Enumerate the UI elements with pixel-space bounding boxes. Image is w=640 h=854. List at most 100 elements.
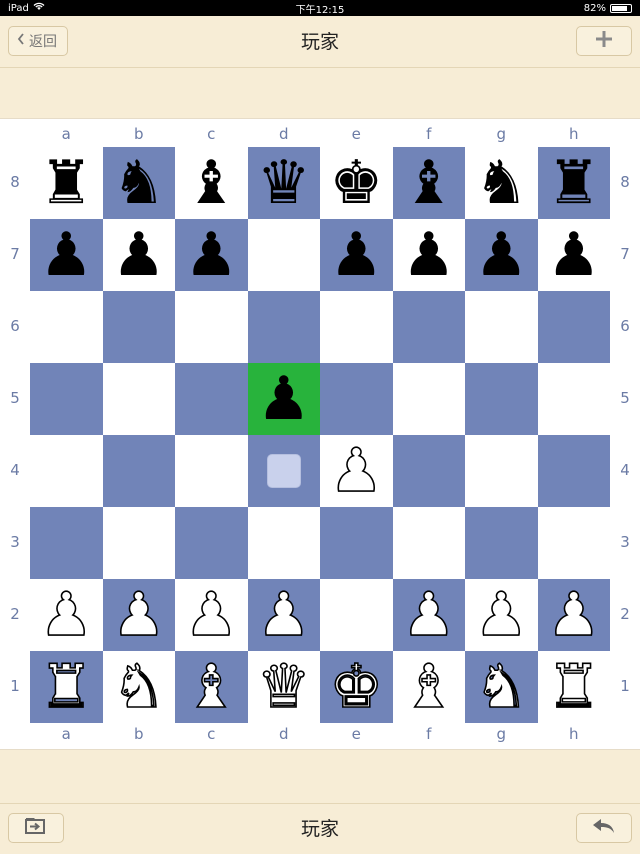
square-h7[interactable]: ♟ [537,219,610,291]
white-piece-g2[interactable]: ♟ [474,584,529,646]
black-piece-c8[interactable]: ♝ [184,153,238,213]
square-b6[interactable] [102,291,175,363]
white-piece-h1[interactable]: ♜ [546,656,601,718]
square-g7[interactable]: ♟ [465,219,538,291]
white-piece-h2[interactable]: ♟ [546,584,601,646]
square-b1[interactable]: ♞ [102,651,175,723]
back-button[interactable]: 返回 [8,26,68,56]
square-h1[interactable]: ♜ [537,651,610,723]
square-h3[interactable] [537,507,610,579]
white-piece-b1[interactable]: ♞ [111,656,166,718]
white-piece-a2[interactable]: ♟ [39,584,94,646]
white-piece-d2[interactable]: ♟ [256,584,311,646]
white-piece-c1[interactable]: ♝ [184,656,239,718]
square-d2[interactable]: ♟ [247,579,320,651]
black-piece-c7[interactable]: ♟ [184,225,238,285]
square-e8[interactable]: ♚ [320,147,393,219]
square-f4[interactable] [392,435,465,507]
square-g2[interactable]: ♟ [465,579,538,651]
square-b4[interactable] [102,435,175,507]
white-piece-c2[interactable]: ♟ [184,584,239,646]
white-piece-f2[interactable]: ♟ [401,584,456,646]
white-piece-b2[interactable]: ♟ [111,584,166,646]
white-piece-f1[interactable]: ♝ [401,656,456,718]
square-h2[interactable]: ♟ [537,579,610,651]
black-piece-a8[interactable]: ♜ [39,153,93,213]
square-a4[interactable] [30,435,103,507]
square-d5[interactable]: ♟ [247,363,320,435]
square-c5[interactable] [175,363,248,435]
black-piece-f7[interactable]: ♟ [402,225,456,285]
square-h6[interactable] [537,291,610,363]
black-piece-g7[interactable]: ♟ [474,225,528,285]
square-h4[interactable] [537,435,610,507]
square-d8[interactable]: ♛ [247,147,320,219]
square-d3[interactable] [247,507,320,579]
black-piece-f8[interactable]: ♝ [402,153,456,213]
square-a8[interactable]: ♜ [30,147,103,219]
black-piece-d5[interactable]: ♟ [257,369,311,429]
game-menu-button[interactable] [8,813,64,843]
square-d1[interactable]: ♛ [247,651,320,723]
square-b8[interactable]: ♞ [102,147,175,219]
square-f6[interactable] [392,291,465,363]
square-e7[interactable]: ♟ [320,219,393,291]
square-c2[interactable]: ♟ [175,579,248,651]
square-f1[interactable]: ♝ [392,651,465,723]
square-b2[interactable]: ♟ [102,579,175,651]
square-c4[interactable] [175,435,248,507]
black-piece-d8[interactable]: ♛ [257,153,311,213]
square-f3[interactable] [392,507,465,579]
square-h5[interactable] [537,363,610,435]
square-a7[interactable]: ♟ [30,219,103,291]
square-c7[interactable]: ♟ [175,219,248,291]
square-e6[interactable] [320,291,393,363]
square-e3[interactable] [320,507,393,579]
white-piece-e4[interactable]: ♟ [329,440,384,502]
square-c1[interactable]: ♝ [175,651,248,723]
square-c8[interactable]: ♝ [175,147,248,219]
white-piece-a1[interactable]: ♜ [39,656,94,718]
square-g4[interactable] [465,435,538,507]
square-d7[interactable] [247,219,320,291]
square-a6[interactable] [30,291,103,363]
black-piece-h8[interactable]: ♜ [547,153,601,213]
add-button[interactable] [576,26,632,56]
black-piece-b7[interactable]: ♟ [112,225,166,285]
square-f7[interactable]: ♟ [392,219,465,291]
square-d6[interactable] [247,291,320,363]
square-g6[interactable] [465,291,538,363]
square-f8[interactable]: ♝ [392,147,465,219]
square-c6[interactable] [175,291,248,363]
square-a1[interactable]: ♜ [30,651,103,723]
white-piece-g1[interactable]: ♞ [474,656,529,718]
square-f2[interactable]: ♟ [392,579,465,651]
square-g1[interactable]: ♞ [465,651,538,723]
black-piece-a7[interactable]: ♟ [39,225,93,285]
square-e5[interactable] [320,363,393,435]
square-e1[interactable]: ♚ [320,651,393,723]
white-piece-d1[interactable]: ♛ [256,656,311,718]
square-e4[interactable]: ♟ [320,435,393,507]
square-b7[interactable]: ♟ [102,219,175,291]
black-piece-e7[interactable]: ♟ [329,225,383,285]
square-a3[interactable] [30,507,103,579]
square-b3[interactable] [102,507,175,579]
square-e2[interactable] [320,579,393,651]
square-d4[interactable] [247,435,320,507]
square-g8[interactable]: ♞ [465,147,538,219]
square-b5[interactable] [102,363,175,435]
square-a2[interactable]: ♟ [30,579,103,651]
square-g3[interactable] [465,507,538,579]
black-piece-b8[interactable]: ♞ [112,153,166,213]
black-piece-g8[interactable]: ♞ [474,153,528,213]
white-piece-e1[interactable]: ♚ [329,656,384,718]
black-piece-h7[interactable]: ♟ [547,225,601,285]
chess-board[interactable]: ♜ ♞ ♝ ♛ ♚ ♝ ♞ ♜ ♟ ♟ ♟ ♟ ♟ ♟ ♟ ♟ ♟ ♟ ♟ ♟ ♟ ♟ ♟ ♟ ♜ ♞ ♝ ♛ ♚ ♝ ♞ ♜ [30,147,610,723]
black-piece-e8[interactable]: ♚ [329,153,383,213]
square-c3[interactable] [175,507,248,579]
square-f5[interactable] [392,363,465,435]
square-a5[interactable] [30,363,103,435]
square-h8[interactable]: ♜ [537,147,610,219]
square-g5[interactable] [465,363,538,435]
